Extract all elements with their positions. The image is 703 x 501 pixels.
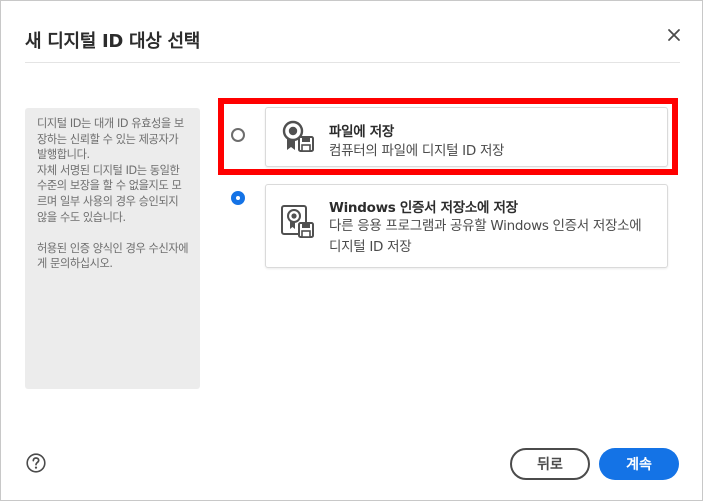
help-icon[interactable] xyxy=(26,453,46,473)
certificate-file-icon xyxy=(279,118,317,156)
info-paragraph-2: 허용된 인증 양식인 경우 수신자에게 문의하십시오. xyxy=(37,241,189,271)
close-icon[interactable] xyxy=(666,27,682,43)
option-title-save-to-windows-store: Windows 인증서 저장소에 저장 xyxy=(329,200,518,216)
destination-options: 파일에 저장 컴퓨터의 파일에 디지털 ID 저장 Windows 인증서 저장… xyxy=(226,99,672,268)
radio-save-to-file[interactable] xyxy=(231,128,245,142)
card-save-to-file[interactable]: 파일에 저장 컴퓨터의 파일에 디지털 ID 저장 xyxy=(265,107,668,167)
continue-button[interactable]: 계속 xyxy=(599,448,679,480)
radio-save-to-windows-store[interactable] xyxy=(231,191,245,205)
option-desc-save-to-windows-store: 다른 응용 프로그램과 공유할 Windows 인증서 저장소에 디지털 ID … xyxy=(329,218,642,255)
info-paragraph-1: 디지털 ID는 대개 ID 유효성을 보장하는 신뢰할 수 있는 제공자가 발행… xyxy=(37,117,184,224)
dialog-title: 새 디지털 ID 대상 선택 xyxy=(25,31,200,52)
title-divider xyxy=(25,62,680,63)
certificate-store-icon xyxy=(279,203,317,241)
card-save-to-windows-store[interactable]: Windows 인증서 저장소에 저장 다른 응용 프로그램과 공유할 Wind… xyxy=(265,184,668,268)
dialog: 새 디지털 ID 대상 선택 디지털 ID는 대개 ID 유효성을 보장하는 신… xyxy=(0,0,703,501)
option-save-to-windows-store[interactable]: Windows 인증서 저장소에 저장 다른 응용 프로그램과 공유할 Wind… xyxy=(226,175,672,268)
back-button[interactable]: 뒤로 xyxy=(510,448,590,480)
option-title-save-to-file: 파일에 저장 xyxy=(329,124,394,140)
info-panel: 디지털 ID는 대개 ID 유효성을 보장하는 신뢰할 수 있는 제공자가 발행… xyxy=(25,108,200,389)
option-save-to-file[interactable]: 파일에 저장 컴퓨터의 파일에 디지털 ID 저장 xyxy=(226,99,672,175)
option-desc-save-to-file: 컴퓨터의 파일에 디지털 ID 저장 xyxy=(329,143,505,159)
